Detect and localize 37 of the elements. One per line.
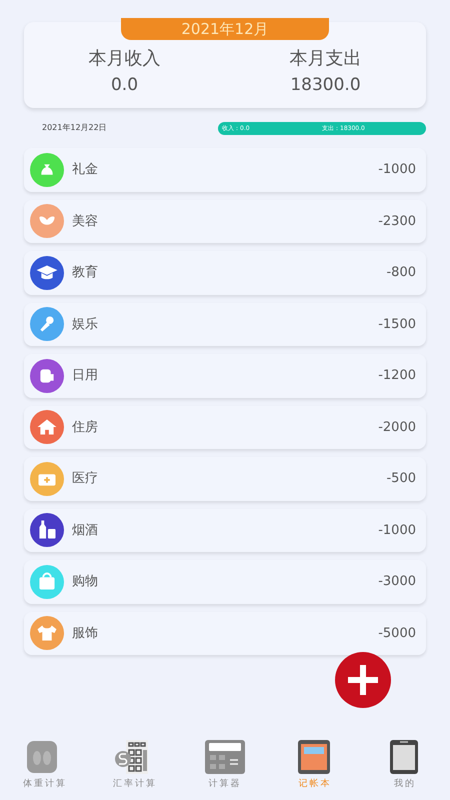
category-label: 礼金 — [72, 161, 99, 179]
entry-row[interactable]: 礼金 -1000 — [24, 148, 426, 192]
category-label: 美容 — [72, 212, 99, 230]
amount-value: -1500 — [378, 316, 416, 334]
entry-row[interactable]: 烟酒 -1000 — [24, 508, 426, 552]
entry-row[interactable]: 购物 -3000 — [24, 560, 426, 604]
entry-row[interactable]: 医疗 -500 — [24, 457, 426, 500]
entry-row[interactable]: 教育 -800 — [24, 251, 426, 294]
amount-value: -2300 — [378, 212, 416, 230]
category-label: 服饰 — [72, 624, 99, 642]
amount-value: -5000 — [378, 624, 416, 642]
category-label: 教育 — [72, 264, 99, 282]
entry-row[interactable]: 住房 -2000 — [24, 406, 426, 449]
expense-label: 本月支出 — [288, 47, 362, 71]
category-label: 娱乐 — [72, 316, 99, 334]
amount-value: -1000 — [378, 522, 416, 540]
entry-row[interactable]: 服饰 -5000 — [24, 612, 426, 655]
entry-row[interactable]: 娱乐 -1500 — [24, 302, 426, 346]
amount-value: -3000 — [378, 573, 416, 591]
amount-value: -2000 — [378, 418, 416, 436]
amount-value: -500 — [386, 470, 416, 488]
category-label: 日用 — [72, 367, 99, 385]
plus-icon — [346, 663, 380, 697]
category-label: 医疗 — [72, 470, 99, 488]
amount-value: -800 — [386, 264, 416, 282]
expense-value: 18300.0 — [289, 74, 362, 97]
amount-value: -1200 — [378, 367, 416, 385]
category-label: 住房 — [72, 418, 99, 436]
calculator-icon — [204, 738, 246, 776]
category-label: 烟酒 — [72, 522, 99, 540]
entry-row[interactable]: 日用 -1200 — [24, 354, 426, 398]
date-label: 2021年12月22日 — [42, 122, 108, 134]
income-label: 本月收入 — [88, 47, 162, 71]
amount-value: -1000 — [378, 161, 416, 179]
income-value: 0.0 — [110, 74, 140, 97]
entry-row[interactable]: 美容 -2300 — [24, 200, 426, 243]
category-label: 购物 — [72, 573, 99, 591]
